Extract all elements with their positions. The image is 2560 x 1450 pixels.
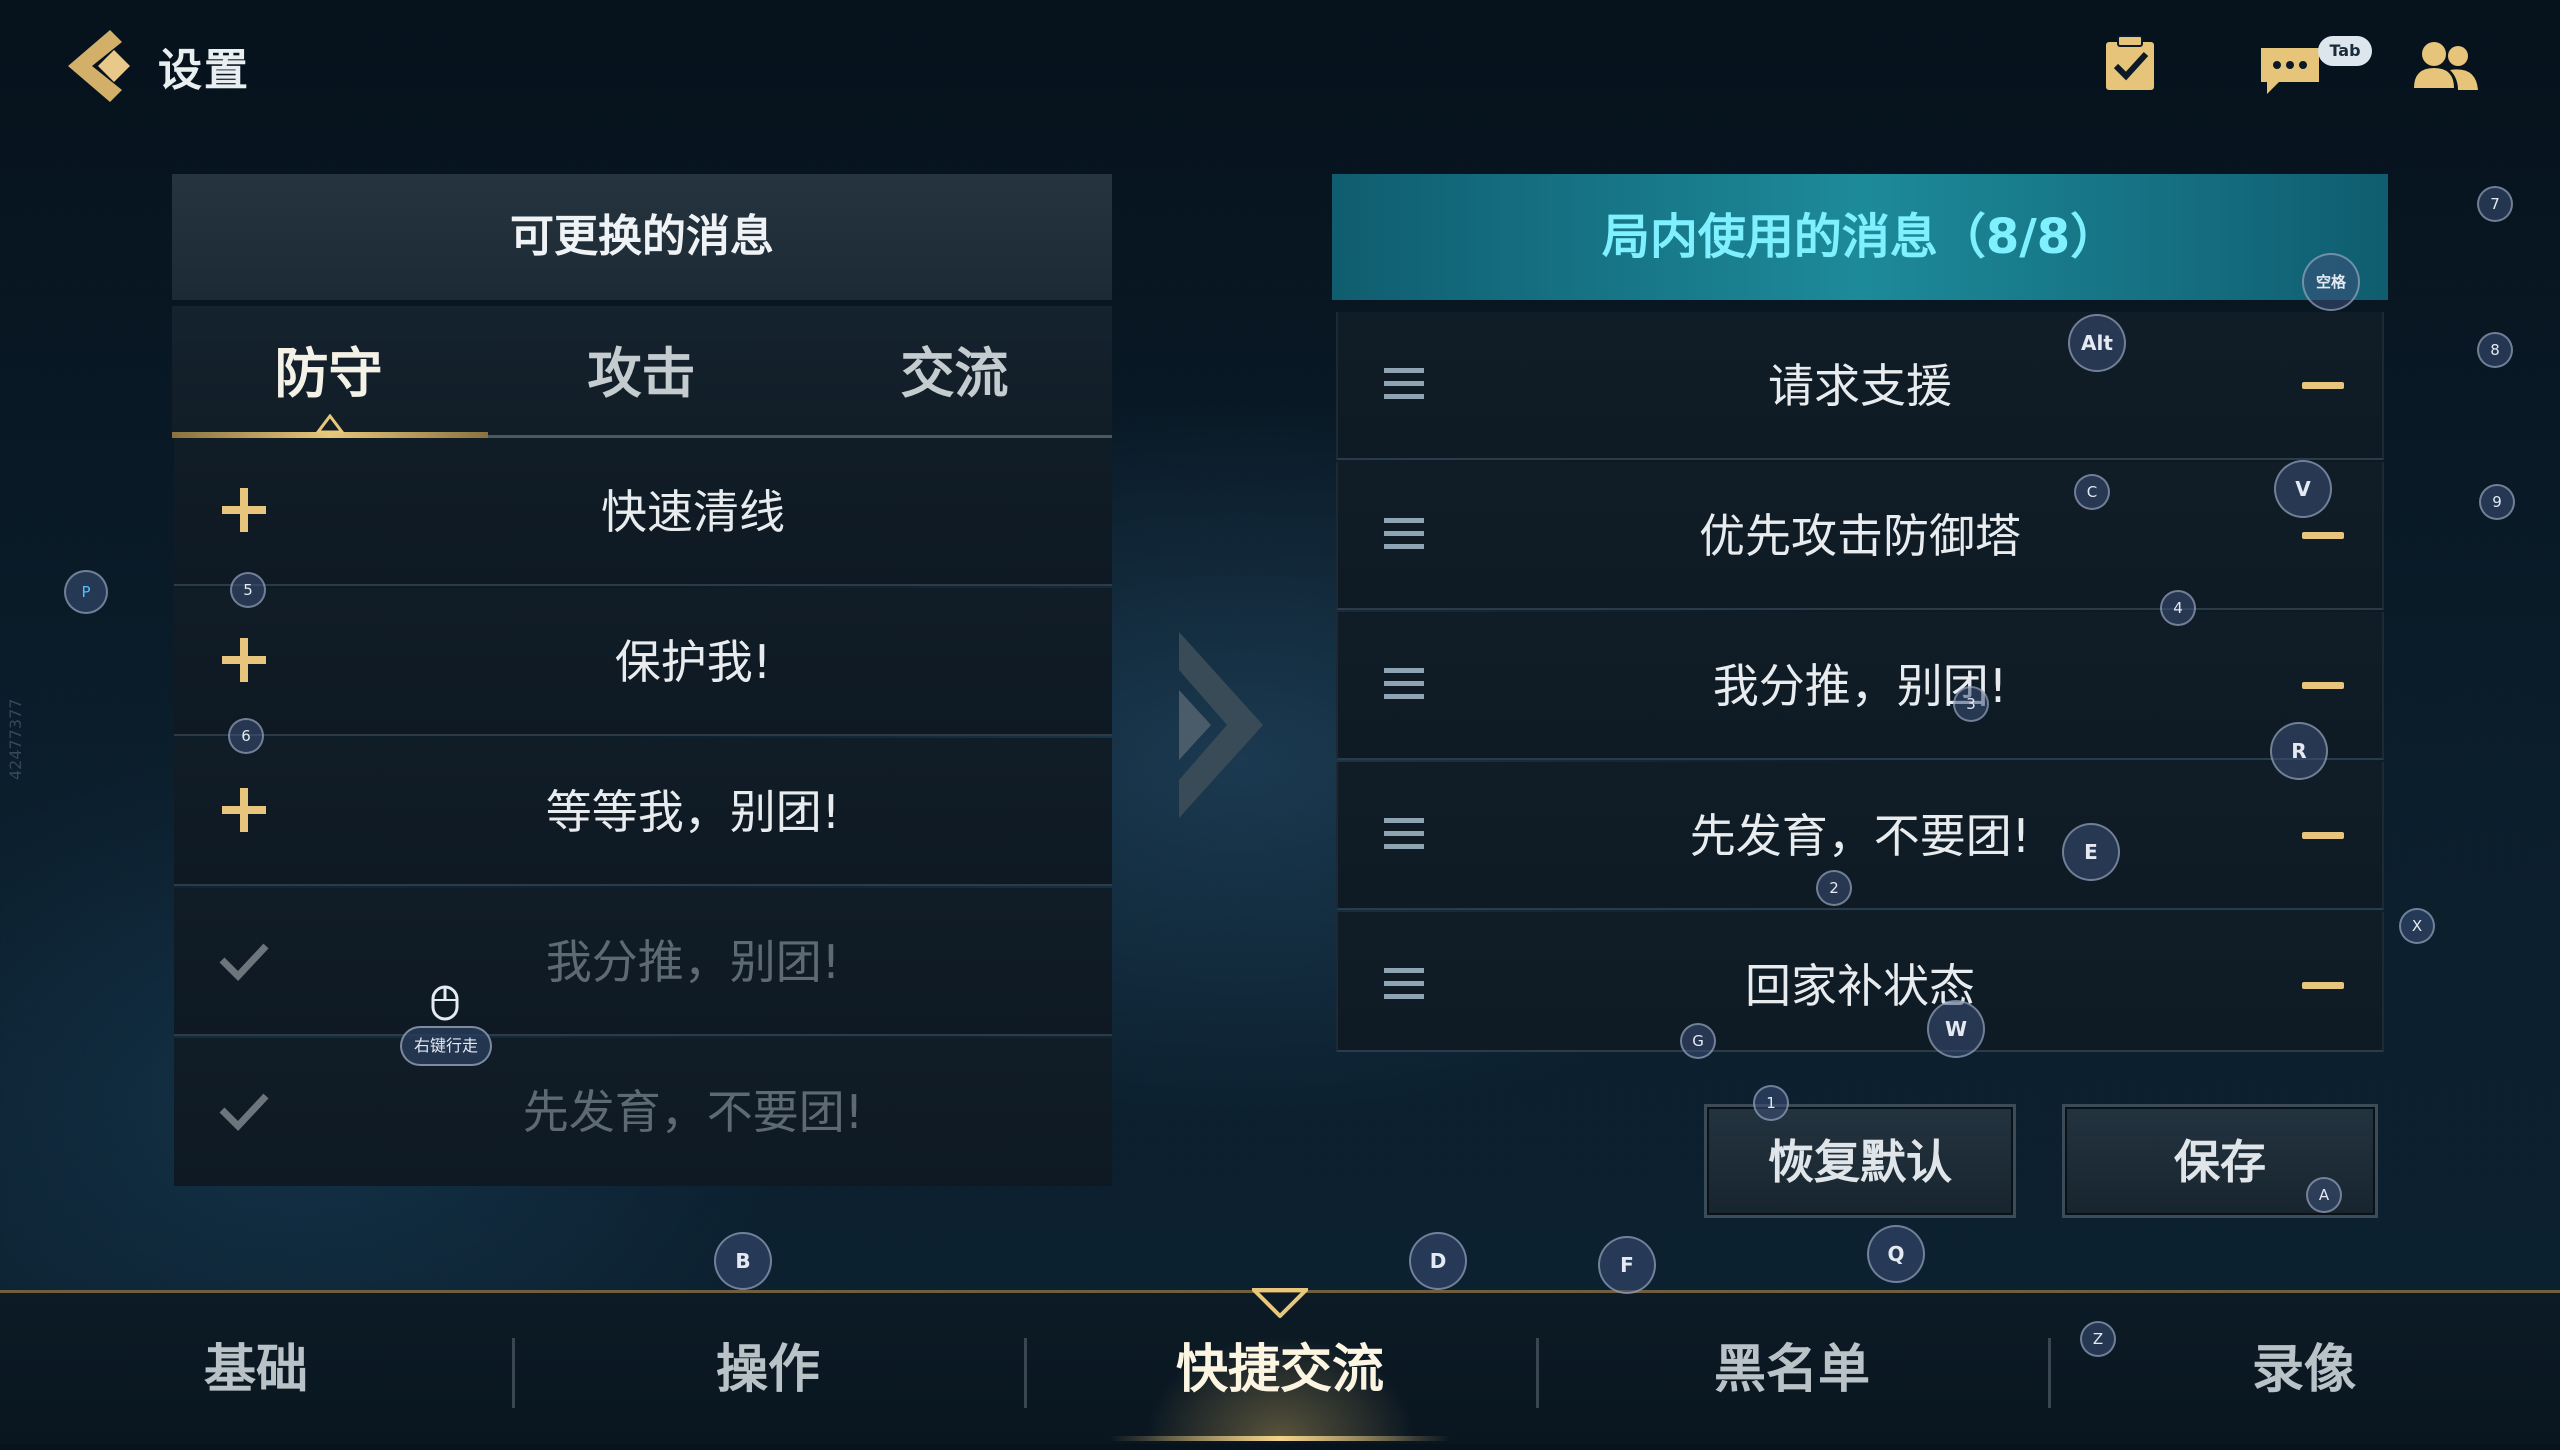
nav-controls[interactable]: 操作 [512,1290,1024,1441]
nav-basic[interactable]: 基础 [0,1290,512,1441]
tasks-checklist-icon[interactable] [2100,34,2160,94]
key-hint-e: E [2062,823,2120,881]
key-hint-w: W [1927,1000,1985,1058]
mouse-icon [430,984,460,1022]
replaceable-messages-title: 可更换的消息 [510,211,774,262]
key-hint-space: 空格 [2302,253,2360,311]
key-hint-3: 3 [1953,686,1989,722]
tab-communication[interactable]: 交流 [798,306,1111,434]
checkmark-icon [216,932,272,988]
replaceable-message-row: 我分推，别团! [174,888,1112,1036]
message-text: 等等我，别团! [545,785,841,839]
in-game-message-row[interactable]: 先发育，不要团! [1336,762,2384,910]
key-hint-2: 2 [1816,870,1852,906]
in-game-message-row[interactable]: 回家补状态 [1336,912,2384,1052]
replaceable-message-row: 先发育，不要团! [174,1038,1112,1186]
watermark-code: 42477377 [6,698,25,780]
chat-bubble-icon[interactable] [2255,36,2325,100]
key-hint-8: 8 [2477,332,2513,368]
key-hint-5: 5 [230,572,266,608]
replaceable-message-row[interactable]: 保护我! [174,588,1112,736]
key-hint-z: Z [2080,1321,2116,1357]
key-hint-c: C [2074,474,2110,510]
drag-handle-icon[interactable] [1382,662,1426,706]
tab-key-hint: Tab [2318,36,2372,66]
message-text: 快速清线 [601,485,785,539]
key-hint-alt: Alt [2068,314,2126,372]
in-game-message-row[interactable]: 优先攻击防御塔 [1336,462,2384,610]
message-text: 请求支援 [1768,359,1952,413]
nav-quick-chat[interactable]: 快捷交流 [1024,1290,1536,1441]
plus-icon[interactable] [216,782,272,838]
message-text: 我分推，别团! [1712,659,2008,713]
message-category-tabs: 防守 攻击 交流 [172,306,1112,438]
remove-minus-icon[interactable] [2302,370,2344,400]
drag-handle-icon[interactable] [1382,962,1426,1006]
page-title: 设置 [158,45,250,96]
active-tab-caret-icon [315,413,345,434]
replaceable-message-row[interactable]: 等等我，别团! [174,738,1112,886]
remove-minus-icon[interactable] [2302,520,2344,550]
key-hint-b: B [714,1232,772,1290]
in-game-message-row[interactable]: 请求支援 [1336,312,2384,460]
message-text: 回家补状态 [1745,959,1975,1013]
remove-minus-icon[interactable] [2302,820,2344,850]
nav-replay[interactable]: 录像 [2048,1290,2560,1441]
message-text: 优先攻击防御塔 [1699,509,2021,563]
message-text: 先发育，不要团! [522,1085,864,1139]
right-click-walk-label: 右键行走 [400,1026,492,1066]
key-hint-p: P [64,570,108,614]
message-text: 保护我! [614,635,772,689]
key-hint-6: 6 [228,718,264,754]
key-hint-f: F [1598,1236,1656,1294]
remove-minus-icon[interactable] [2302,970,2344,1000]
key-hint-4: 4 [2160,590,2196,626]
drag-handle-icon[interactable] [1382,812,1426,856]
in-game-message-row[interactable]: 我分推，别团! [1336,612,2384,760]
friends-icon[interactable] [2410,36,2480,96]
restore-default-button[interactable]: 恢复默认 [1704,1104,2016,1218]
key-hint-d: D [1409,1232,1467,1290]
in-game-messages-title: 局内使用的消息（8/8） [1601,209,2119,265]
back-button[interactable] [62,28,142,104]
drag-handle-icon[interactable] [1382,512,1426,556]
checkmark-icon [216,1082,272,1138]
key-hint-g: G [1680,1023,1716,1059]
back-chevron-icon [68,30,130,102]
key-hint-x: X [2399,908,2435,944]
remove-minus-icon[interactable] [2302,670,2344,700]
message-text: 我分推，别团! [545,935,841,989]
message-text: 先发育，不要团! [1689,809,2031,863]
active-nav-indicator [1110,1436,1450,1441]
key-hint-v: V [2274,460,2332,518]
drag-handle-icon[interactable] [1382,362,1426,406]
transfer-arrow-icon [1175,630,1265,820]
key-hint-q: Q [1867,1225,1925,1283]
nav-blacklist[interactable]: 黑名单 [1536,1290,2048,1441]
key-hint-r: R [2270,722,2328,780]
plus-icon[interactable] [216,632,272,688]
tab-attack[interactable]: 攻击 [485,306,798,434]
plus-icon[interactable] [216,482,272,538]
key-hint-7: 7 [2477,186,2513,222]
key-hint-9: 9 [2479,484,2515,520]
replaceable-message-row[interactable]: 快速清线 [174,438,1112,586]
key-hint-1: 1 [1753,1085,1789,1121]
key-hint-a: A [2306,1177,2342,1213]
